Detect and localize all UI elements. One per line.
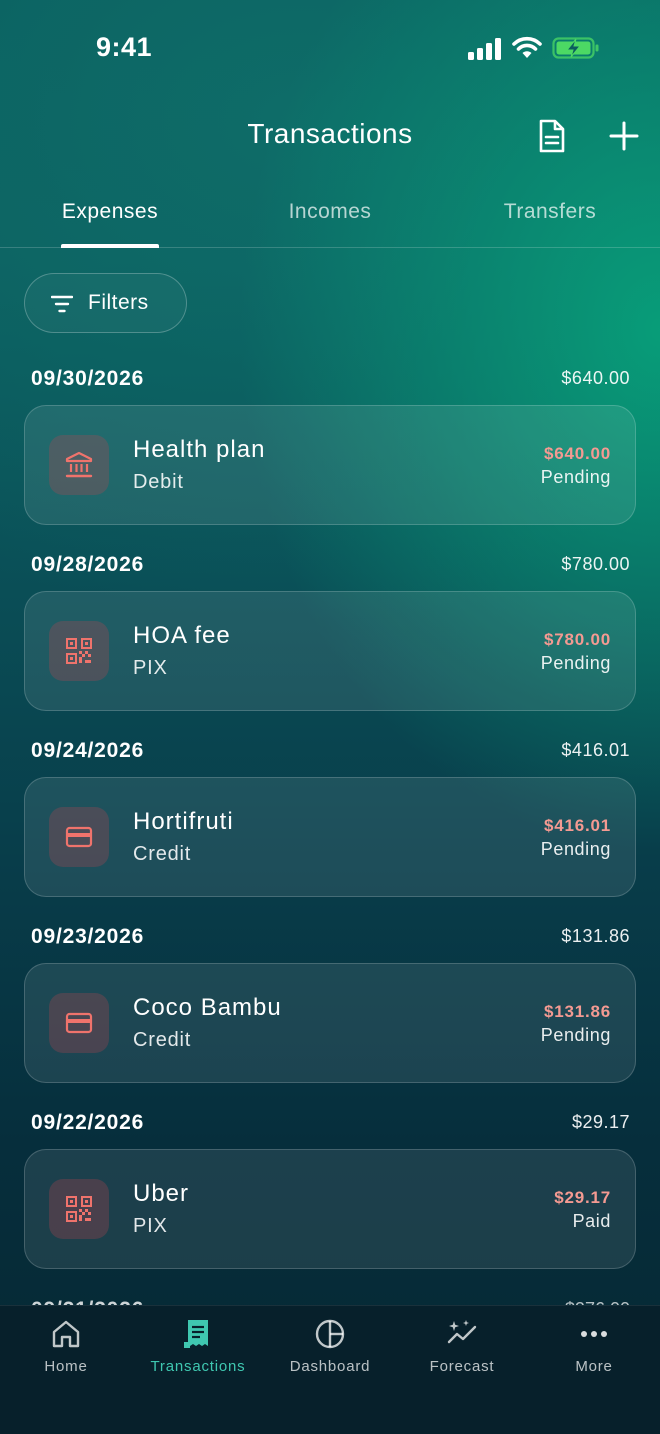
- tab-label: Incomes: [288, 200, 372, 223]
- group-total: $29.17: [571, 1112, 630, 1132]
- transaction-group: 09/28/2026 $780.00 HOA fee PIX $780.00 P…: [0, 553, 660, 739]
- cellular-signal-icon: [468, 38, 501, 60]
- wifi-icon: [512, 36, 542, 58]
- transaction-card[interactable]: HOA fee PIX $780.00 Pending: [24, 591, 636, 711]
- transaction-card[interactable]: Hortifruti Credit $416.01 Pending: [24, 777, 636, 897]
- transaction-status: Pending: [540, 839, 611, 859]
- receipt-icon: [184, 1320, 208, 1348]
- nav-label: More: [575, 1358, 613, 1375]
- transaction-amount: $29.17: [554, 1188, 611, 1207]
- group-total: $131.86: [561, 926, 630, 946]
- group-total: $640.00: [561, 368, 630, 388]
- home-icon: [52, 1320, 80, 1348]
- group-date: 09/23/2026: [31, 925, 145, 948]
- transaction-card[interactable]: Uber PIX $29.17 Paid: [24, 1149, 636, 1269]
- transaction-method: Debit: [133, 471, 184, 493]
- bottom-nav: Home Transactions Dashboard Forecast Mor…: [0, 1305, 660, 1434]
- nav-label: Transactions: [150, 1358, 246, 1375]
- tab-label: Expenses: [61, 200, 159, 223]
- nav-label: Forecast: [429, 1358, 495, 1375]
- active-tab-indicator: [61, 244, 159, 248]
- transaction-icon-box: [49, 435, 109, 495]
- transaction-status: Pending: [540, 1025, 611, 1045]
- tab-incomes[interactable]: Incomes: [220, 190, 440, 248]
- transaction-group: 09/30/2026 $640.00 Health plan Debit $64…: [0, 367, 660, 553]
- transaction-name: Health plan: [133, 436, 266, 463]
- status-bar: 9:41: [0, 0, 660, 96]
- transaction-method: PIX: [133, 1215, 168, 1237]
- nav-forecast[interactable]: Forecast: [396, 1306, 528, 1396]
- transaction-group: 09/23/2026 $131.86 Coco Bambu Credit $13…: [0, 925, 660, 1111]
- transaction-icon-box: [49, 993, 109, 1053]
- transaction-status: Paid: [572, 1211, 611, 1231]
- tab-label: Transfers: [503, 200, 597, 223]
- group-date: 09/24/2026: [31, 739, 145, 762]
- nav-dashboard[interactable]: Dashboard: [264, 1306, 396, 1396]
- group-total: $416.01: [561, 740, 630, 760]
- transaction-name: Uber: [133, 1180, 190, 1207]
- transaction-method: Credit: [133, 1029, 192, 1051]
- transaction-name: Hortifruti: [133, 808, 234, 835]
- transaction-status: Pending: [540, 467, 611, 487]
- transaction-group: 09/24/2026 $416.01 Hortifruti Credit $41…: [0, 739, 660, 925]
- status-time: 9:41: [96, 32, 153, 62]
- qr-code-icon: [66, 638, 92, 664]
- credit-card-icon: [65, 1012, 93, 1034]
- more-dots-icon: [581, 1331, 607, 1337]
- nav-label: Dashboard: [289, 1358, 371, 1375]
- credit-card-icon: [65, 826, 93, 848]
- transaction-amount: $640.00: [543, 444, 611, 463]
- bank-icon: [65, 451, 93, 478]
- filters-label: Filters: [88, 291, 149, 314]
- pie-chart-icon: [315, 1319, 345, 1349]
- trend-sparkle-icon: [447, 1320, 477, 1344]
- group-date: 09/30/2026: [31, 367, 145, 390]
- transaction-amount: $416.01: [543, 816, 611, 835]
- filters-button[interactable]: Filters: [24, 273, 187, 333]
- transaction-method: Credit: [133, 843, 192, 865]
- transaction-group: 09/22/2026 $29.17 Uber PIX $29.17 Paid: [0, 1111, 660, 1297]
- document-icon[interactable]: [536, 118, 568, 154]
- qr-code-icon: [66, 1196, 92, 1222]
- transaction-card[interactable]: Coco Bambu Credit $131.86 Pending: [24, 963, 636, 1083]
- nav-label: Home: [44, 1358, 88, 1375]
- transaction-icon-box: [49, 1179, 109, 1239]
- nav-more[interactable]: More: [528, 1306, 660, 1396]
- transaction-name: HOA fee: [133, 622, 231, 649]
- nav-home[interactable]: Home: [0, 1306, 132, 1396]
- transaction-amount: $131.86: [543, 1002, 611, 1021]
- transaction-amount: $780.00: [543, 630, 611, 649]
- tab-expenses[interactable]: Expenses: [0, 190, 220, 248]
- transaction-card[interactable]: Health plan Debit $640.00 Pending: [24, 405, 636, 525]
- transaction-name: Coco Bambu: [133, 994, 282, 1021]
- tab-transfers[interactable]: Transfers: [440, 190, 660, 248]
- transaction-icon-box: [49, 621, 109, 681]
- group-date: 09/22/2026: [31, 1111, 145, 1134]
- transaction-method: PIX: [133, 657, 168, 679]
- filter-lines-icon: [51, 295, 73, 313]
- plus-icon[interactable]: [606, 118, 642, 154]
- battery-charging-icon: [552, 37, 599, 59]
- tab-bar: Expenses Incomes Transfers: [0, 190, 660, 248]
- group-total: $780.00: [561, 554, 630, 574]
- group-date: 09/28/2026: [31, 553, 145, 576]
- nav-transactions[interactable]: Transactions: [132, 1306, 264, 1396]
- transaction-status: Pending: [540, 653, 611, 673]
- transaction-icon-box: [49, 807, 109, 867]
